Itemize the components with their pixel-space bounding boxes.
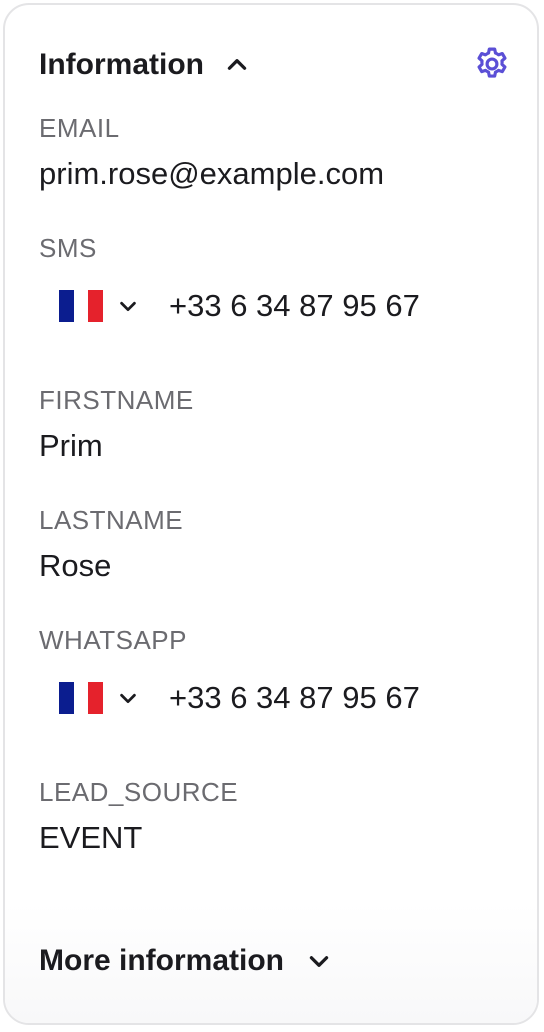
email-field: EMAIL prim.rose@example.com xyxy=(39,112,384,194)
firstname-field: FIRSTNAME Prim xyxy=(39,384,194,466)
france-flag-icon xyxy=(59,290,104,322)
more-information-label: More information xyxy=(39,944,284,977)
lead-source-value[interactable]: EVENT xyxy=(39,818,238,858)
whatsapp-field: WHATSAPP +33 6 34 87 95 67 xyxy=(39,624,420,718)
chevron-up-icon xyxy=(227,59,247,70)
information-card: Information EMAIL prim.rose@example.com … xyxy=(3,3,539,1025)
firstname-label: FIRSTNAME xyxy=(39,385,194,415)
whatsapp-phone-row: +33 6 34 87 95 67 xyxy=(59,678,420,718)
chevron-down-icon xyxy=(120,693,136,704)
france-flag-icon xyxy=(59,682,104,714)
lastname-value[interactable]: Rose xyxy=(39,546,183,586)
lead-source-label: LEAD_SOURCE xyxy=(39,777,239,807)
sms-phone-number[interactable]: +33 6 34 87 95 67 xyxy=(169,286,420,326)
lastname-field: LASTNAME Rose xyxy=(39,504,183,586)
whatsapp-phone-number[interactable]: +33 6 34 87 95 67 xyxy=(169,678,420,718)
sms-phone-row: +33 6 34 87 95 67 xyxy=(59,286,420,326)
information-section-toggle[interactable]: Information xyxy=(39,43,250,87)
more-information-toggle[interactable]: More information xyxy=(39,939,332,983)
email-label: EMAIL xyxy=(39,113,120,143)
firstname-value[interactable]: Prim xyxy=(39,426,194,466)
sms-label: SMS xyxy=(39,233,97,263)
section-title: Information xyxy=(39,48,204,81)
whatsapp-label: WHATSAPP xyxy=(39,625,187,655)
chevron-down-icon xyxy=(309,956,329,967)
lastname-label: LASTNAME xyxy=(39,505,184,535)
whatsapp-country-select[interactable] xyxy=(59,682,139,714)
lead-source-field: LEAD_SOURCE EVENT xyxy=(39,776,238,858)
sms-country-select[interactable] xyxy=(59,290,139,322)
gear-icon[interactable] xyxy=(473,45,511,83)
chevron-down-icon xyxy=(120,301,136,312)
sms-field: SMS +33 6 34 87 95 67 xyxy=(39,232,420,326)
email-value[interactable]: prim.rose@example.com xyxy=(39,154,384,194)
